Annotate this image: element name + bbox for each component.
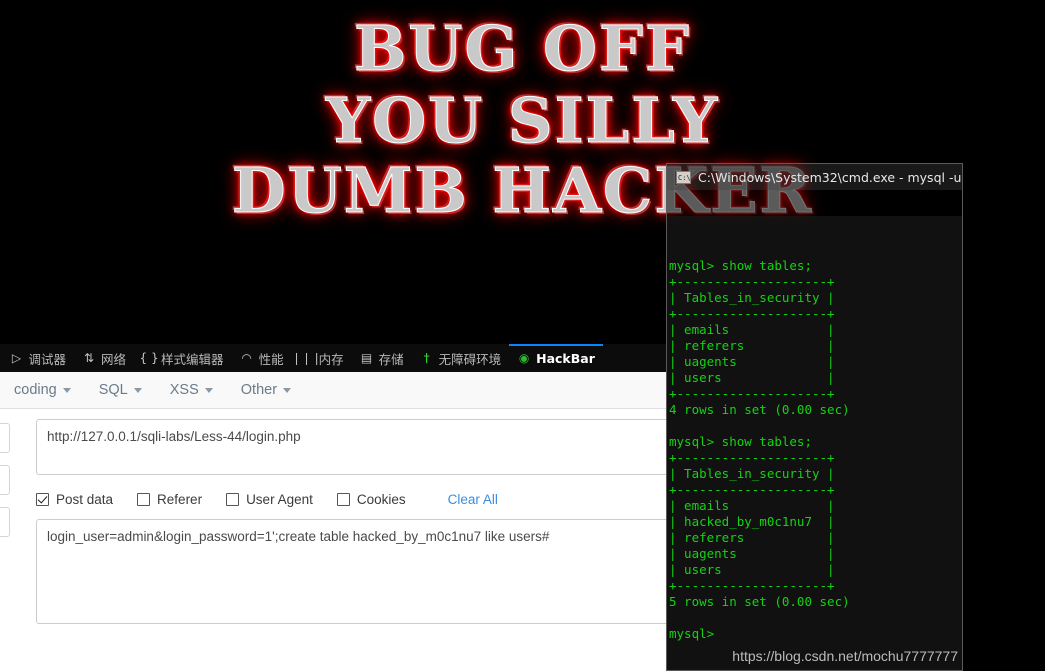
cmd-line: [669, 610, 962, 626]
chevron-down-icon: [133, 387, 142, 393]
cmd-line: +--------------------+: [669, 306, 835, 321]
devtools-tab-label: 调试器: [28, 351, 67, 367]
performance-icon: ◠: [241, 351, 252, 365]
chevron-down-icon: [283, 387, 292, 393]
devtools-tab-label: 存储: [378, 351, 404, 367]
accessibility-icon: †: [423, 351, 430, 365]
background-filler: [963, 344, 1045, 671]
other-menu[interactable]: Other: [227, 382, 305, 398]
split-url-button[interactable]: [0, 465, 10, 495]
devtools-tab-5[interactable]: ❘❘❘ 内存: [292, 344, 352, 372]
checkbox-label: Post data: [56, 492, 114, 507]
cookies-checkbox[interactable]: Cookies: [336, 492, 406, 507]
clear-all-link[interactable]: Clear All: [448, 492, 498, 507]
cmd-line: | uagents |: [669, 546, 835, 561]
network-icon: ⇅: [84, 351, 95, 365]
menu-label: coding: [14, 382, 57, 398]
hackbar-menu-toolbar: coding SQL XSS Other: [0, 372, 666, 409]
post-data-checkbox[interactable]: Post data: [36, 492, 113, 507]
devtools-tab-1[interactable]: ▷ 调试器: [2, 344, 75, 372]
devtools-tab-8[interactable]: ◉ HackBar: [509, 344, 603, 372]
menu-label: SQL: [98, 382, 128, 398]
cmd-line: +--------------------+: [669, 450, 835, 465]
devtools-tab-2[interactable]: ⇅ 网络: [74, 344, 134, 372]
checkbox-box[interactable]: [137, 493, 151, 506]
checkbox-box[interactable]: [336, 493, 350, 506]
memory-icon: ❘❘❘: [291, 351, 322, 365]
devtools-tab-3[interactable]: { } 样式编辑器: [134, 344, 232, 372]
post-data-input[interactable]: [36, 519, 666, 624]
devtools-tab-label: 性能: [258, 351, 284, 367]
cmd-line: +--------------------+: [669, 386, 835, 401]
cmd-line: mysql> show tables;: [669, 434, 812, 449]
hackbar-side-buttons: [0, 423, 10, 537]
xss-menu[interactable]: XSS: [156, 382, 227, 398]
storage-icon: ▤: [360, 351, 373, 365]
devtools-tab-label: 无障碍环境: [438, 351, 502, 367]
cmd-console-output[interactable]: mysql> show tables; +--------------------…: [667, 190, 962, 670]
cmd-icon: C:\: [676, 170, 691, 184]
defacement-line-2: YOU SILLY: [0, 89, 1045, 152]
load-url-button[interactable]: [0, 423, 10, 453]
cmd-bg-upper: [667, 190, 962, 216]
devtools-tabbar: 控制台▷调试器⇅网络{ }样式编辑器◠性能❘❘❘内存▤存储†无障碍环境◉Hack…: [0, 344, 666, 372]
checkbox-label: User Agent: [246, 492, 313, 507]
cmd-title-text: C:\Windows\System32\cmd.exe - mysql -u r…: [698, 169, 962, 185]
cmd-line: +--------------------+: [669, 482, 835, 497]
cmd-line: mysql> show tables;: [669, 258, 812, 273]
hackbar-body: Post data Referer User Agent Cookies Clear A…: [0, 409, 666, 671]
checkbox-label: Cookies: [356, 492, 406, 507]
checkbox-label: Referer: [157, 492, 203, 507]
user-agent-checkbox[interactable]: User Agent: [226, 492, 313, 507]
devtools-tab-4[interactable]: ◠ 性能: [232, 344, 292, 372]
devtools-tab-label: HackBar: [536, 350, 595, 366]
cmd-line: 5 rows in set (0.00 sec): [669, 594, 850, 609]
debugger-icon: ▷: [11, 351, 22, 365]
screenshot-root: BUG OFF YOU SILLY DUMB HACKER 控制台▷调试器⇅网络…: [0, 0, 1045, 671]
chevron-down-icon: [204, 387, 213, 393]
devtools-tab-6[interactable]: ▤ 存储: [352, 344, 412, 372]
cmd-line: 4 rows in set (0.00 sec): [669, 402, 850, 417]
hackbar-options-row: Post data Referer User Agent Cookies Clear A…: [36, 492, 666, 507]
checkbox-box[interactable]: [226, 493, 240, 506]
devtools-tab-7[interactable]: † 无障碍环境: [412, 344, 510, 372]
cmd-line: | emails |: [669, 498, 835, 513]
referer-checkbox[interactable]: Referer: [137, 492, 202, 507]
checkbox-box[interactable]: [36, 493, 49, 506]
devtools-tab-label: 内存: [318, 351, 344, 367]
hackbar-icon: ◉: [518, 351, 530, 365]
cmd-line: | referers |: [669, 530, 835, 545]
menu-label: Other: [240, 382, 278, 398]
cmd-line: | users |: [669, 370, 835, 385]
cmd-line: | emails |: [669, 322, 835, 337]
url-input[interactable]: [36, 419, 666, 475]
cmd-line: | Tables_in_security |: [669, 466, 835, 481]
devtools-panel: 控制台▷调试器⇅网络{ }样式编辑器◠性能❘❘❘内存▤存储†无障碍环境◉Hack…: [0, 344, 666, 671]
cmd-line: mysql>: [669, 626, 715, 641]
watermark: https://blog.csdn.net/mochu7777777: [732, 648, 958, 664]
sql-menu[interactable]: SQL: [85, 382, 156, 398]
cmd-line: | uagents |: [669, 354, 835, 369]
cmd-line: +--------------------+: [669, 578, 835, 593]
cmd-line: [669, 418, 962, 434]
cmd-line: +--------------------+: [669, 274, 835, 289]
execute-button[interactable]: [0, 507, 10, 537]
cmd-line: | hacked_by_m0c1nu7 |: [669, 514, 835, 529]
cmd-line: | referers |: [669, 338, 835, 353]
style-editor-icon: { }: [139, 351, 159, 365]
cmd-line: | Tables_in_security |: [669, 290, 835, 305]
encoding-menu[interactable]: coding: [0, 382, 85, 398]
menu-label: XSS: [169, 382, 199, 398]
chevron-down-icon: [62, 387, 71, 393]
hackbar-fields: Post data Referer User Agent Cookies Clear A…: [36, 419, 666, 629]
devtools-tab-label: 网络: [101, 351, 127, 367]
cmd-window[interactable]: C:\ C:\Windows\System32\cmd.exe - mysql …: [666, 163, 963, 671]
defacement-line-1: BUG OFF: [0, 17, 1045, 80]
devtools-tab-label: 样式编辑器: [161, 351, 224, 367]
cmd-titlebar[interactable]: C:\ C:\Windows\System32\cmd.exe - mysql …: [667, 164, 962, 190]
cmd-lines: mysql> show tables; +--------------------…: [669, 258, 962, 642]
cmd-line: | users |: [669, 562, 835, 577]
